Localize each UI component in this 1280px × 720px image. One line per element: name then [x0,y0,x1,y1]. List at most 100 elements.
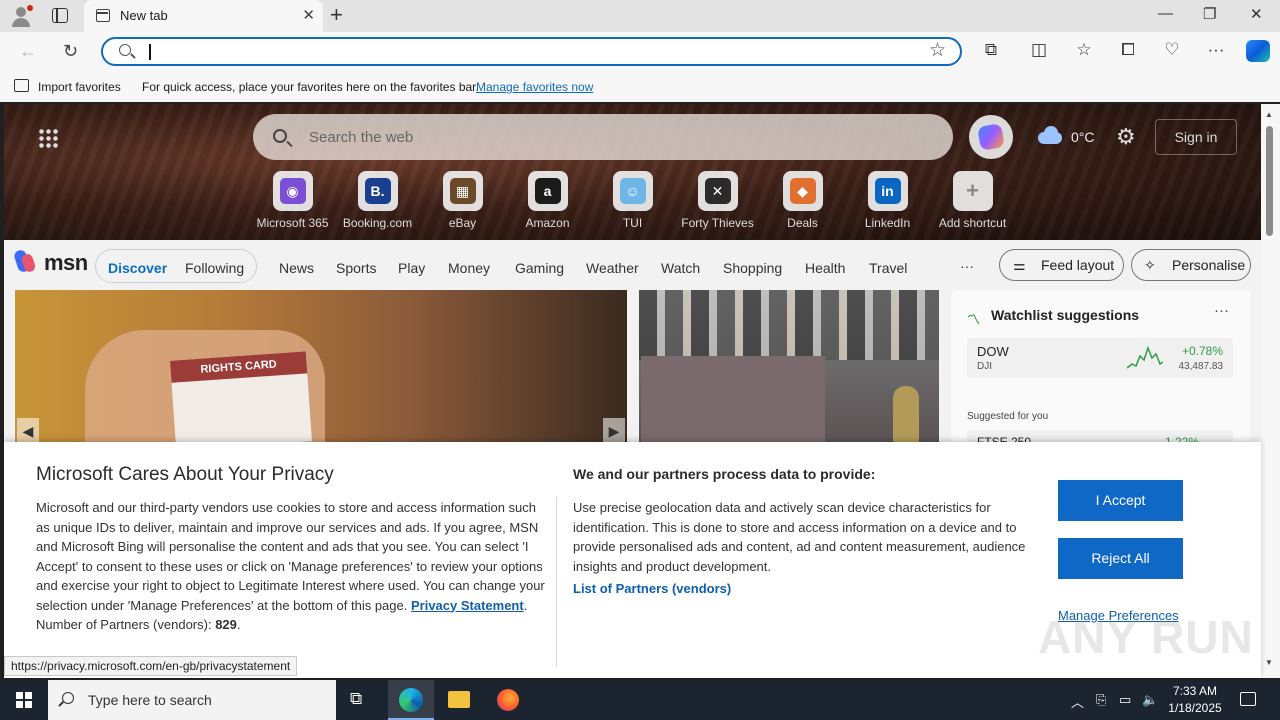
tab-close-icon[interactable]: ✕ [302,6,315,24]
shortcut-logo-icon: ▦ [449,178,476,204]
search-icon [119,44,131,56]
tab-strip: New tab ✕ + — ❐ ✕ [0,0,1280,32]
news-card-stadium[interactable] [639,290,939,450]
nav-gaming[interactable]: Gaming [515,260,564,276]
cockerel-statue-image [893,386,919,446]
watchlist-title: Watchlist suggestions [991,307,1140,323]
manage-favorites-link[interactable]: Manage favorites now [476,80,593,94]
news-card-rights-card[interactable]: RIGHTS CARD ◀ ▶ [15,290,627,450]
volume-icon[interactable]: 🔈 [1142,692,1158,708]
split-screen-icon[interactable]: ◫ [1028,40,1050,60]
nav-weather[interactable]: Weather [586,260,639,276]
accept-button[interactable]: I Accept [1058,480,1183,521]
show-hidden-icons[interactable]: ︿ [1071,692,1084,711]
privacy-statement-link[interactable]: Privacy Statement [411,598,524,613]
refresh-icon[interactable]: ↻ [63,41,78,62]
shortcut-label: Forty Thieves [681,216,754,230]
back-arrow-icon[interactable]: ← [19,41,37,62]
nav-money[interactable]: Money [448,260,490,276]
minimize-button[interactable]: — [1158,5,1173,22]
edge-taskbar-icon[interactable] [388,680,434,720]
import-favorites-button[interactable]: Import favorites [38,80,121,94]
nav-play[interactable]: Play [398,260,425,276]
new-tab-button[interactable]: + [330,2,343,28]
nav-shopping[interactable]: Shopping [723,260,782,276]
shortcut-forty-thieves[interactable]: ✕ Forty Thieves [675,171,760,230]
taskbar-clock[interactable]: 7:33 AM 1/18/2025 [1160,683,1230,717]
firefox-icon[interactable] [485,680,531,720]
weather-cloud-icon[interactable] [1038,126,1064,144]
carousel-prev-icon[interactable]: ◀ [17,418,39,444]
web-search-placeholder: Search the web [309,129,414,146]
crowd-image [639,290,939,360]
nav-discover[interactable]: Discover [108,260,167,276]
notification-icon[interactable] [1240,692,1256,706]
shortcut-linkedin[interactable]: in LinkedIn [845,171,930,230]
copilot-button[interactable] [969,115,1013,159]
tab-actions-icon[interactable] [52,8,68,23]
extensions-icon[interactable]: ⧉ [980,40,1002,60]
windows-taskbar: Type here to search ⧉ ︿ ⎘ ▭ 🔈 7:33 AM 1/… [0,680,1280,720]
temperature[interactable]: 0°C [1071,129,1095,145]
taskbar-search-box[interactable]: Type here to search [48,680,336,720]
shortcut-amazon[interactable]: a Amazon [505,171,590,230]
nav-following[interactable]: Following [185,260,244,276]
network-icon[interactable]: ▭ [1119,692,1131,708]
scroll-up-icon[interactable]: ▲ [1265,110,1273,119]
copilot-icon[interactable] [1246,40,1270,62]
meet-now-icon[interactable]: ⎘ [1096,692,1106,708]
list-of-partners-link[interactable]: List of Partners (vendors) [573,581,731,596]
nav-health[interactable]: Health [805,260,845,276]
browser-essentials-icon[interactable]: ♡ [1161,40,1183,60]
nav-more-icon[interactable]: ··· [960,258,974,274]
clock-date: 1/18/2025 [1168,701,1222,715]
nav-news[interactable]: News [279,260,314,276]
nav-travel[interactable]: Travel [869,260,907,276]
shortcut-ebay[interactable]: ▦ eBay [420,171,505,230]
shortcut-tile: ◆ [782,171,823,211]
address-input[interactable]: ☆ [101,37,962,66]
nav-watch[interactable]: Watch [661,260,700,276]
windows-start-icon[interactable] [16,692,32,708]
sign-in-button[interactable]: Sign in [1155,119,1237,155]
watchlist-more-icon[interactable]: ··· [1214,302,1229,319]
reject-all-button[interactable]: Reject All [1058,538,1183,579]
page-scrollbar[interactable]: ▲ ▼ [1261,104,1280,678]
settings-gear-icon[interactable]: ⚙ [1116,124,1136,150]
shortcut-tui[interactable]: ☺ TUI [590,171,675,230]
collections-icon[interactable]: ⧠ [1117,40,1139,60]
msn-butterfly-icon[interactable] [12,248,37,274]
scrollbar-thumb[interactable] [1266,126,1273,236]
search-icon [273,129,287,143]
carousel-next-icon[interactable]: ▶ [603,418,625,444]
app-launcher-icon[interactable] [38,128,58,148]
favorites-icon[interactable]: ☆ [1073,40,1095,60]
web-search-box[interactable]: Search the web [253,114,953,160]
feed-layout-button[interactable]: ⚌ Feed layout [999,249,1124,281]
shortcut-tile: in [867,171,908,211]
task-view-icon[interactable]: ⧉ [337,680,383,720]
stock-symbol: DOW [977,344,1009,359]
address-bar-row: ← ↻ ☆ ⧉ ◫ ☆ ⧠ ♡ ··· [0,32,1280,72]
msn-logo-text[interactable]: msn [44,250,88,276]
privacy-consent-banner: Microsoft Cares About Your Privacy Micro… [4,442,1261,678]
shortcut-add-shortcut[interactable]: + Add shortcut [930,171,1015,230]
tab-new-tab[interactable]: New tab ✕ [84,0,323,32]
new-tab-favicon-icon [96,9,110,22]
suggested-label: Suggested for you [967,411,1049,422]
shortcut-microsoft-365[interactable]: ◉ Microsoft 365 [250,171,335,230]
personalise-button[interactable]: ✧ Personalise [1131,249,1251,281]
shortcut-booking-com[interactable]: B. Booking.com [335,171,420,230]
privacy-divider [556,497,557,667]
stock-change: +0.78% [1181,344,1223,358]
file-explorer-icon[interactable] [436,680,482,720]
scroll-down-icon[interactable]: ▼ [1265,658,1273,667]
watchlist-row[interactable]: DOW DJI +0.78% 43,487.83 [967,338,1233,378]
shortcut-deals[interactable]: ◆ Deals [760,171,845,230]
restore-button[interactable]: ❐ [1203,5,1216,23]
favorite-star-icon[interactable]: ☆ [929,39,946,62]
more-menu-icon[interactable]: ··· [1205,40,1227,60]
close-window-button[interactable]: ✕ [1250,5,1263,23]
nav-sports[interactable]: Sports [336,260,376,276]
profile-avatar-icon[interactable] [10,5,33,27]
